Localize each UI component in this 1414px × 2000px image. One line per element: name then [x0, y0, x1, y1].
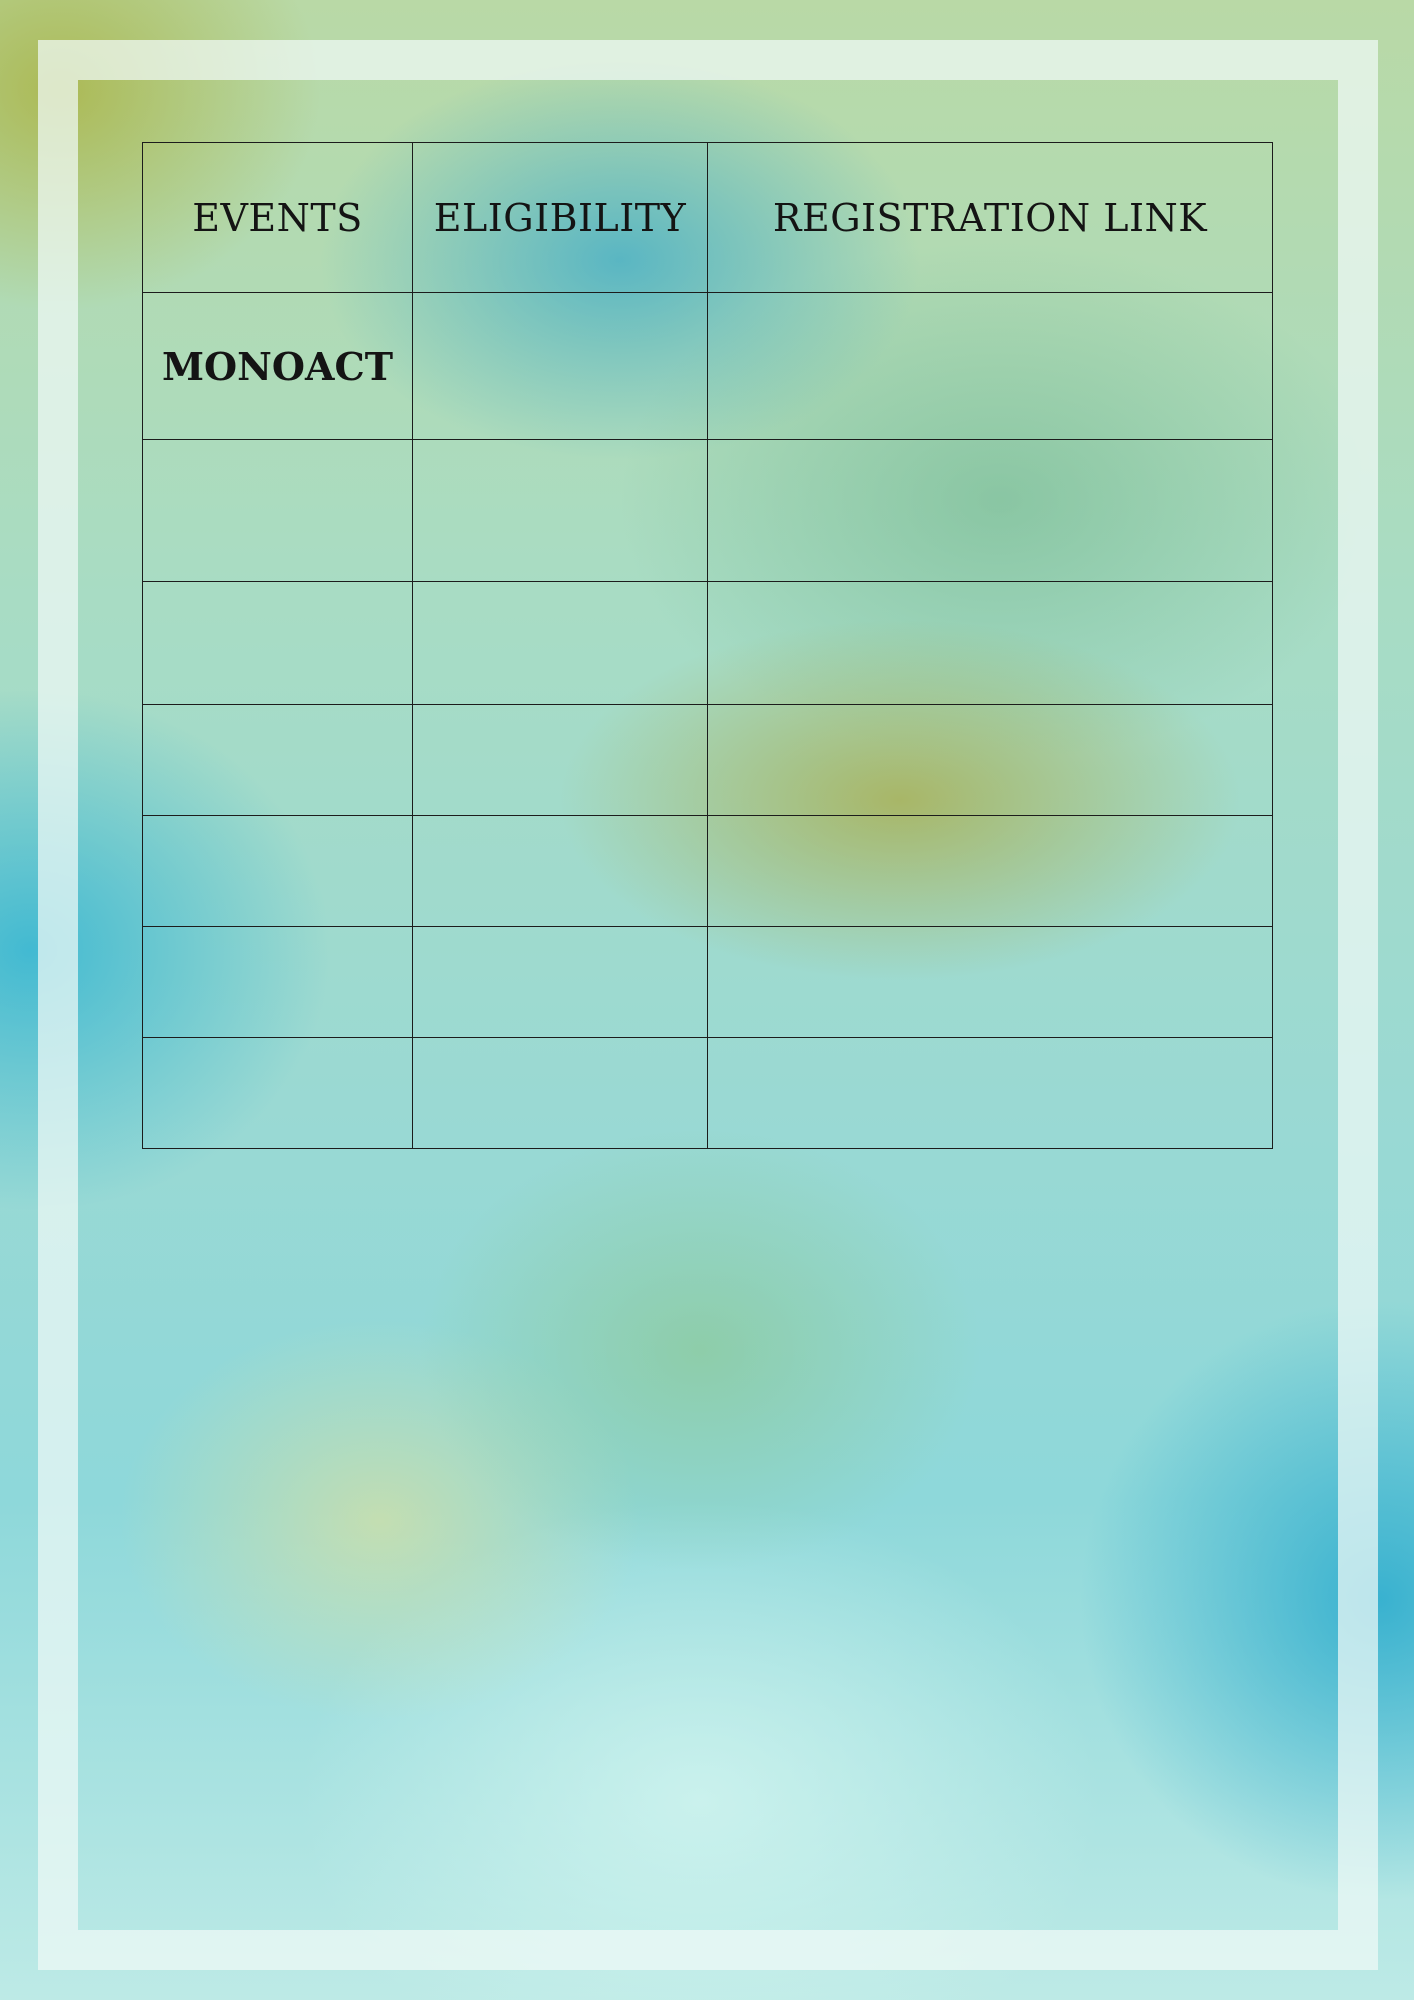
table-row: [142, 439, 1273, 582]
eligibility-cell: [412, 581, 708, 705]
eligibility-cell: [412, 815, 708, 927]
header-eligibility: ELIGIBILITY: [412, 142, 708, 293]
table-row: [142, 926, 1273, 1038]
header-registration-link: REGISTRATION LINK: [707, 142, 1273, 293]
table-row: [142, 581, 1273, 705]
table-row: MONOACT: [142, 292, 1273, 440]
registration-link-cell[interactable]: [707, 926, 1273, 1038]
registration-link-cell[interactable]: [707, 292, 1273, 440]
eligibility-cell: [412, 439, 708, 582]
event-name-cell: [142, 926, 413, 1038]
table-row: [142, 704, 1273, 816]
registration-link-cell[interactable]: [707, 439, 1273, 582]
registration-link-cell[interactable]: [707, 815, 1273, 927]
registration-link-cell[interactable]: [707, 704, 1273, 816]
event-name-cell: [142, 704, 413, 816]
events-table: EVENTS ELIGIBILITY REGISTRATION LINK MON…: [142, 142, 1273, 1149]
table-header-row: EVENTS ELIGIBILITY REGISTRATION LINK: [142, 142, 1273, 293]
registration-link-cell[interactable]: [707, 1037, 1273, 1149]
table-row: [142, 815, 1273, 927]
registration-link-cell[interactable]: [707, 581, 1273, 705]
eligibility-cell: [412, 1037, 708, 1149]
header-events: EVENTS: [142, 142, 413, 293]
event-name-cell: [142, 581, 413, 705]
eligibility-cell: [412, 926, 708, 1038]
table-row: [142, 1037, 1273, 1149]
event-name-cell: [142, 439, 413, 582]
eligibility-cell: [412, 704, 708, 816]
event-name-cell: [142, 815, 413, 927]
event-name-cell: [142, 1037, 413, 1149]
eligibility-cell: [412, 292, 708, 440]
event-name-cell: MONOACT: [142, 292, 413, 440]
